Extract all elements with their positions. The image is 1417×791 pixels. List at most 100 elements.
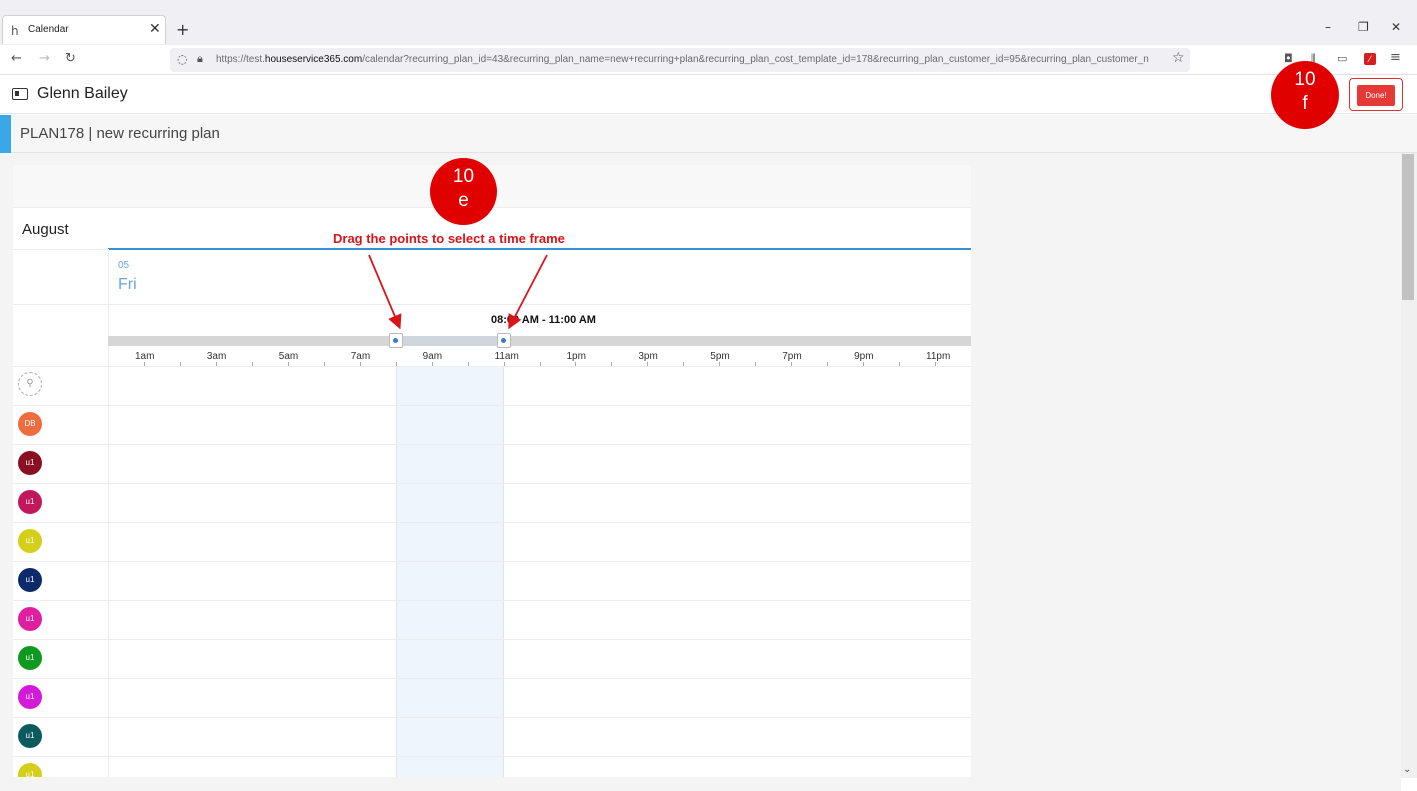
staff-avatar[interactable]: u1 (18, 529, 42, 553)
day-number[interactable]: 05 (118, 260, 129, 271)
hour-tick (251, 362, 253, 366)
unassigned-user-icon[interactable]: ⚲ (18, 372, 42, 396)
hour-tick (431, 362, 433, 366)
hour-tick (683, 362, 685, 366)
staff-avatar[interactable]: u1 (18, 685, 42, 709)
hour-tick (719, 362, 721, 366)
hour-label: 11pm (926, 351, 951, 362)
hour-tick (611, 362, 613, 366)
lock-icon[interactable]: 🔒︎ (197, 52, 203, 66)
hour-tick (323, 362, 325, 366)
url-bar[interactable]: ◌ 🔒︎ https://test.houseservice365.com/ca… (170, 48, 1190, 72)
hour-tick (647, 362, 649, 366)
browser-navbar: ← → ↻ ◌ 🔒︎ https://test.houseservice365.… (0, 45, 1417, 75)
hour-label: 9am (422, 351, 443, 362)
new-tab-button[interactable]: + (176, 20, 189, 39)
hour-tick (215, 362, 217, 366)
badge-number: 10 (1294, 69, 1316, 90)
minimize-button[interactable]: – (1325, 20, 1331, 34)
staff-row[interactable] (108, 678, 971, 717)
shield-icon[interactable]: ◌ (177, 52, 187, 66)
time-slider-range[interactable] (395, 336, 504, 346)
contact-card-icon (12, 88, 28, 100)
hour-tick (143, 362, 145, 366)
staff-row[interactable] (108, 405, 971, 444)
hour-tick (575, 362, 577, 366)
staff-avatar[interactable]: u1 (18, 763, 42, 777)
step-badge-10f: 10 f (1271, 61, 1339, 129)
staff-row[interactable] (108, 717, 971, 756)
staff-row[interactable] (108, 483, 971, 522)
badge-number: 10 (452, 166, 475, 187)
day-name[interactable]: Fri (118, 276, 137, 294)
staff-avatar[interactable]: u1 (18, 724, 42, 748)
hour-tick (359, 362, 361, 366)
hour-tick (899, 362, 901, 366)
hour-label: 5am (278, 351, 299, 362)
staff-row[interactable] (108, 444, 971, 483)
reload-button[interactable]: ↻ (65, 51, 76, 66)
url-text[interactable]: https://test.houseservice365.com/calenda… (216, 54, 1156, 65)
hour-tick (755, 362, 757, 366)
staff-avatar[interactable]: DB (18, 412, 42, 436)
menu-icon[interactable]: ≡ (1390, 50, 1401, 65)
hour-tick (503, 362, 505, 366)
plan-bar: PLAN178 | new recurring plan (0, 115, 1417, 153)
hour-label: 11am (494, 351, 519, 362)
hour-label: 5pm (710, 351, 730, 362)
hour-tick (539, 362, 541, 366)
scrollbar-thumb[interactable] (1402, 154, 1414, 300)
staff-avatar[interactable]: u1 (18, 568, 42, 592)
hour-tick (863, 362, 865, 366)
tab-title: Calendar (28, 24, 69, 35)
plan-accent-stripe (0, 115, 11, 153)
staff-avatar[interactable]: u1 (18, 451, 42, 475)
divider (13, 366, 971, 367)
hour-label: 3pm (638, 351, 658, 362)
month-label: August (22, 221, 69, 238)
close-window-button[interactable]: ✕ (1391, 20, 1401, 34)
divider (13, 249, 108, 250)
hour-label: 7pm (782, 351, 802, 362)
hour-tick (287, 362, 289, 366)
hour-tick (935, 362, 937, 366)
slider-end-handle[interactable] (496, 333, 511, 348)
staff-row[interactable] (108, 522, 971, 561)
day-header-line (108, 248, 971, 250)
calendar-panel: August 05 Fri 08:00 AM - 11:00 AM ⚲ 1am 3… (13, 165, 971, 777)
instruction-text: Drag the points to select a time frame (333, 231, 565, 246)
bookmark-star-icon[interactable]: ☆ (1172, 50, 1185, 66)
hour-tick (467, 362, 469, 366)
staff-avatar[interactable]: u1 (18, 607, 42, 631)
done-button[interactable]: Done! (1357, 85, 1395, 106)
staff-row[interactable] (108, 561, 971, 600)
staff-avatar[interactable]: u1 (18, 490, 42, 514)
staff-row[interactable] (108, 756, 971, 777)
plan-title: PLAN178 | new recurring plan (20, 125, 220, 142)
back-button[interactable]: ← (11, 51, 22, 66)
browser-tab[interactable]: h Calendar ✕ (2, 15, 166, 44)
hour-tick (827, 362, 829, 366)
slider-start-handle[interactable] (388, 333, 403, 348)
hour-label: 1pm (566, 351, 586, 362)
sidebar-icon[interactable]: ▭ (1337, 52, 1347, 65)
app-header: Glenn Bailey Done! (0, 76, 1417, 114)
staff-row[interactable] (108, 600, 971, 639)
browser-tab-strip: h Calendar ✕ + – ❐ ✕ (0, 0, 1417, 45)
tab-close-icon[interactable]: ✕ (149, 21, 161, 37)
pdf-extension-icon[interactable]: ⁄ (1364, 53, 1376, 65)
scroll-down-icon[interactable]: ⌄ (1403, 764, 1411, 775)
hour-label: 3am (206, 351, 227, 362)
hour-label: 1am (134, 351, 155, 362)
hour-tick (395, 362, 397, 366)
restore-button[interactable]: ❐ (1358, 20, 1369, 34)
user-name: Glenn Bailey (37, 85, 128, 102)
hour-tick (179, 362, 181, 366)
step-badge-10e: 10 e (430, 158, 497, 225)
hour-label: 7am (350, 351, 371, 362)
time-slider-track[interactable] (108, 336, 971, 346)
forward-button[interactable]: → (39, 51, 50, 66)
divider (13, 304, 971, 305)
staff-row[interactable] (108, 639, 971, 678)
staff-avatar[interactable]: u1 (18, 646, 42, 670)
